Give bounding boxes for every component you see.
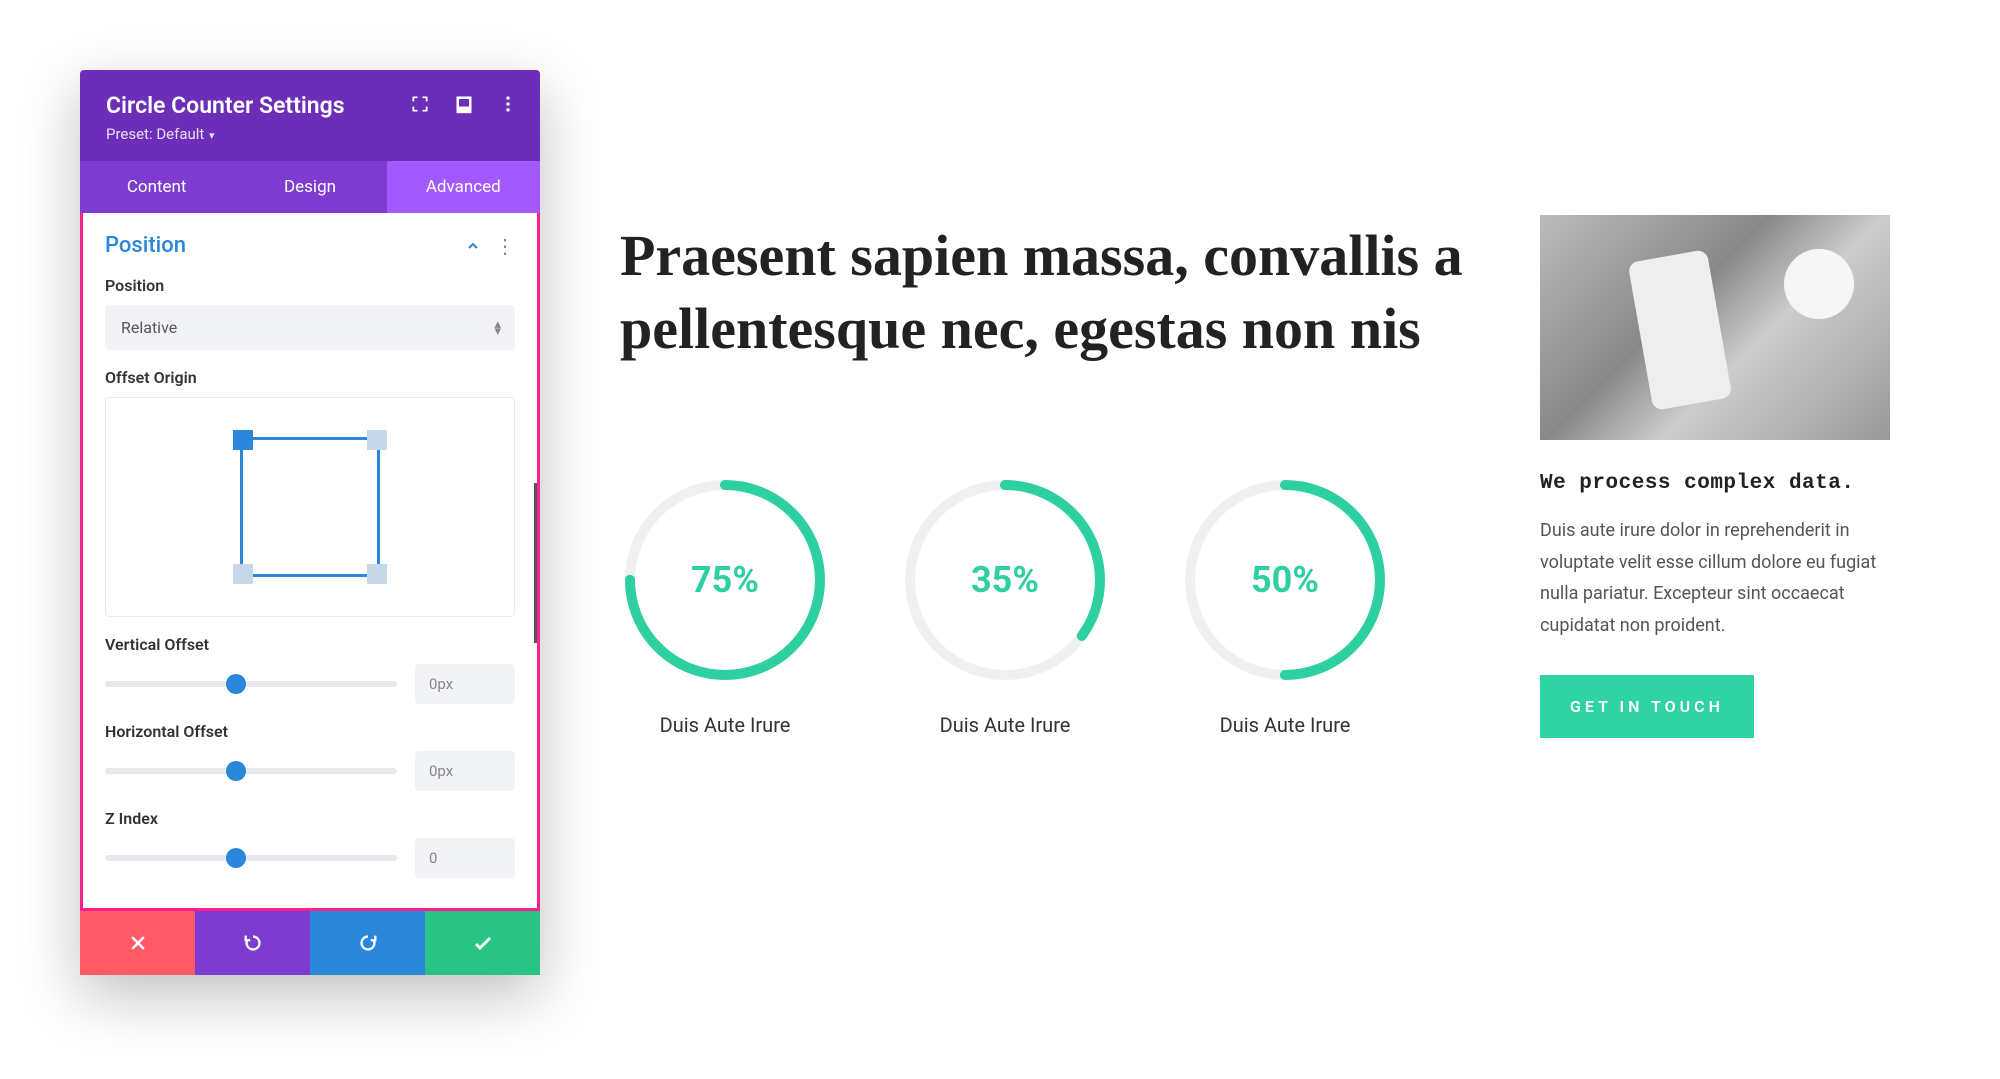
tab-content[interactable]: Content: [80, 161, 233, 213]
vertical-offset-slider[interactable]: [105, 681, 397, 687]
circle-counter-1: 75% Duis Aute Irure: [620, 475, 830, 737]
section-title: Position: [105, 233, 186, 258]
vertical-offset-input[interactable]: 0px: [415, 664, 515, 704]
counter-ring: 50%: [1180, 475, 1390, 685]
slider-thumb[interactable]: [226, 848, 246, 868]
origin-handle-bottom-left[interactable]: [233, 564, 253, 584]
stepper-icon: ▴▾: [494, 321, 501, 335]
phone-illustration: [1628, 249, 1733, 411]
panel-footer: [80, 911, 540, 975]
sidebar-image: [1540, 215, 1890, 440]
origin-handle-top-right[interactable]: [367, 430, 387, 450]
section-header[interactable]: Position ⋮: [105, 233, 515, 258]
preset-prefix: Preset:: [106, 125, 156, 143]
sidebar-column: We process complex data. Duis aute irure…: [1540, 215, 1890, 738]
counter-value: 50%: [1180, 475, 1390, 685]
mug-illustration: [1784, 249, 1854, 319]
panel-header-actions: [410, 94, 518, 114]
horizontal-offset-slider[interactable]: [105, 768, 397, 774]
position-select-value: Relative: [121, 318, 177, 337]
counter-caption: Duis Aute Irure: [940, 713, 1071, 737]
undo-icon: [242, 932, 264, 954]
page-headline: Praesent sapien massa, convallis a pelle…: [620, 220, 1530, 365]
slider-thumb[interactable]: [226, 674, 246, 694]
z-index-slider[interactable]: [105, 855, 397, 861]
origin-handle-bottom-right[interactable]: [367, 564, 387, 584]
chevron-up-icon[interactable]: [465, 238, 481, 254]
panel-header: Circle Counter Settings Preset: Default …: [80, 70, 540, 161]
redo-button[interactable]: [310, 911, 425, 975]
origin-frame: [240, 437, 380, 577]
page-preview: Praesent sapien massa, convallis a pelle…: [620, 220, 1530, 737]
counter-value: 75%: [620, 475, 830, 685]
origin-handle-top-left[interactable]: [233, 430, 253, 450]
expand-icon[interactable]: [410, 94, 430, 114]
get-in-touch-button[interactable]: GET IN TOUCH: [1540, 675, 1754, 738]
tab-design[interactable]: Design: [233, 161, 386, 213]
counter-caption: Duis Aute Irure: [1220, 713, 1351, 737]
close-icon: [128, 933, 148, 953]
label-horizontal-offset: Horizontal Offset: [105, 722, 515, 741]
panel-tabs: Content Design Advanced: [80, 161, 540, 213]
offset-origin-picker[interactable]: [105, 397, 515, 617]
chevron-down-icon: ▾: [206, 129, 214, 142]
position-select[interactable]: Relative ▴▾: [105, 305, 515, 350]
counter-value: 35%: [900, 475, 1110, 685]
settings-panel: Circle Counter Settings Preset: Default …: [80, 70, 540, 975]
panel-body: Position ⋮ Position Relative ▴▾ Offset O…: [80, 213, 540, 911]
z-index-input[interactable]: 0: [415, 838, 515, 878]
responsive-icon[interactable]: [454, 94, 474, 114]
sidebar-title: We process complex data.: [1540, 472, 1890, 495]
circle-counter-2: 35% Duis Aute Irure: [900, 475, 1110, 737]
counter-ring: 75%: [620, 475, 830, 685]
scrollbar[interactable]: [534, 483, 540, 643]
counter-caption: Duis Aute Irure: [660, 713, 791, 737]
tab-advanced[interactable]: Advanced: [387, 161, 540, 213]
preset-selector[interactable]: Preset: Default ▾: [106, 125, 514, 143]
counters-row: 75% Duis Aute Irure 35% Duis Aute Irure …: [620, 475, 1530, 737]
redo-icon: [357, 932, 379, 954]
kebab-icon[interactable]: [498, 94, 518, 114]
horizontal-offset-input[interactable]: 0px: [415, 751, 515, 791]
check-icon: [471, 931, 495, 955]
undo-button[interactable]: [195, 911, 310, 975]
slider-thumb[interactable]: [226, 761, 246, 781]
label-position: Position: [105, 276, 515, 295]
circle-counter-3: 50% Duis Aute Irure: [1180, 475, 1390, 737]
kebab-icon[interactable]: ⋮: [495, 236, 515, 256]
save-button[interactable]: [425, 911, 540, 975]
counter-ring: 35%: [900, 475, 1110, 685]
preset-value: Default: [156, 125, 204, 143]
cancel-button[interactable]: [80, 911, 195, 975]
label-z-index: Z Index: [105, 809, 515, 828]
label-vertical-offset: Vertical Offset: [105, 635, 515, 654]
label-offset-origin: Offset Origin: [105, 368, 515, 387]
sidebar-body: Duis aute irure dolor in reprehenderit i…: [1540, 515, 1890, 641]
